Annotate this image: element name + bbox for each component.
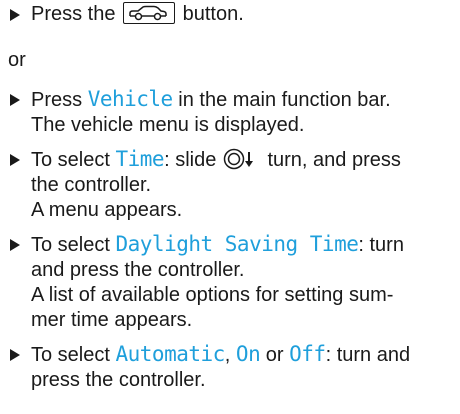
daylight-saving-time-keyword: Daylight Saving Time	[115, 232, 359, 256]
step-text: To select Daylight Saving Time: turn and…	[31, 232, 455, 333]
car-button-icon	[123, 2, 176, 24]
on-keyword: On	[235, 342, 261, 366]
step-press-label: Press the	[31, 3, 116, 25]
or-word-text: or	[265, 344, 284, 366]
step-text: To select Automatic, On or Off: turn and…	[31, 342, 455, 393]
bullet-triangle-icon	[10, 239, 20, 251]
step-result-text-2: mer time appears.	[31, 309, 193, 331]
vehicle-keyword: Vehicle	[87, 87, 174, 111]
step-result-text: The vehicle menu is displayed.	[31, 114, 305, 136]
step-text: Press the button.	[31, 2, 455, 27]
bullet-triangle-icon	[10, 9, 20, 21]
step-rest-text: in the main function bar.	[178, 89, 391, 111]
controller-knob-icon	[222, 148, 262, 170]
step-press-label: Press	[31, 89, 83, 111]
step-to-select-label: To select	[31, 149, 110, 171]
step-rest-text: : turn and	[325, 344, 411, 366]
step-to-select-label: To select	[31, 234, 110, 256]
step-button-label: button.	[182, 3, 244, 25]
bullet-triangle-icon	[10, 349, 20, 361]
bullet-triangle-icon	[10, 94, 20, 106]
step-continuation-text: and press the controller.	[31, 259, 245, 281]
step-continuation-text: press the controller.	[31, 369, 206, 391]
step-result-text: A list of available options for setting …	[31, 284, 394, 306]
step-to-select-label: To select	[31, 344, 110, 366]
time-keyword: Time	[115, 147, 165, 171]
automatic-keyword: Automatic	[115, 342, 226, 366]
step-turn-text: turn, and press	[267, 149, 401, 171]
step-result-text: A menu appears.	[31, 199, 183, 221]
bullet-triangle-icon	[10, 154, 20, 166]
or-separator: or	[8, 49, 26, 71]
step-text: Press Vehicle in the main function bar. …	[31, 87, 455, 138]
step-slide-text: : slide	[164, 149, 217, 171]
step-rest-text: : turn	[358, 234, 404, 256]
off-keyword: Off	[289, 342, 326, 366]
comma-text: ,	[224, 344, 231, 366]
step-continuation-text: the controller.	[31, 174, 152, 196]
step-text: To select Time: slide turn, and press th…	[31, 147, 455, 223]
